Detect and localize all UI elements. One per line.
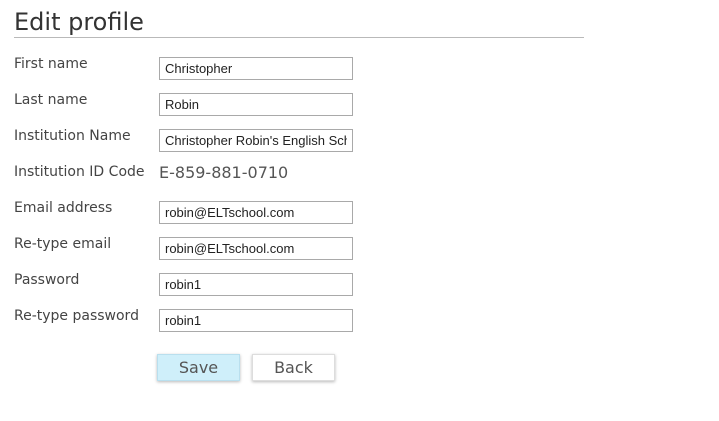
last-name-label: Last name — [14, 92, 88, 108]
last-name-row: Last name — [14, 91, 354, 116]
back-button[interactable]: Back — [252, 354, 335, 381]
first-name-label: First name — [14, 56, 88, 72]
first-name-input[interactable] — [159, 57, 353, 80]
retype-password-row: Re-type password — [14, 307, 354, 332]
retype-email-label: Re-type email — [14, 236, 112, 252]
password-row: Password — [14, 271, 354, 296]
retype-email-row: Re-type email — [14, 235, 354, 260]
save-button[interactable]: Save — [157, 354, 240, 381]
email-label: Email address — [14, 200, 113, 216]
institution-name-label: Institution Name — [14, 128, 131, 144]
edit-profile-page: Edit profile First name Last name Instit… — [0, 0, 719, 421]
password-input[interactable] — [159, 273, 353, 296]
email-input[interactable] — [159, 201, 353, 224]
password-label: Password — [14, 272, 80, 288]
institution-name-input[interactable] — [159, 129, 353, 152]
institution-id-value: E-859-881-0710 — [159, 163, 289, 182]
retype-password-label: Re-type password — [14, 308, 139, 324]
institution-name-row: Institution Name — [14, 127, 354, 152]
title-divider — [14, 37, 584, 38]
page-title: Edit profile — [14, 8, 144, 36]
email-row: Email address — [14, 199, 354, 224]
retype-email-input[interactable] — [159, 237, 353, 260]
institution-id-row: Institution ID Code E-859-881-0710 — [14, 163, 354, 187]
institution-id-label: Institution ID Code — [14, 164, 145, 180]
first-name-row: First name — [14, 55, 354, 80]
retype-password-input[interactable] — [159, 309, 353, 332]
last-name-input[interactable] — [159, 93, 353, 116]
